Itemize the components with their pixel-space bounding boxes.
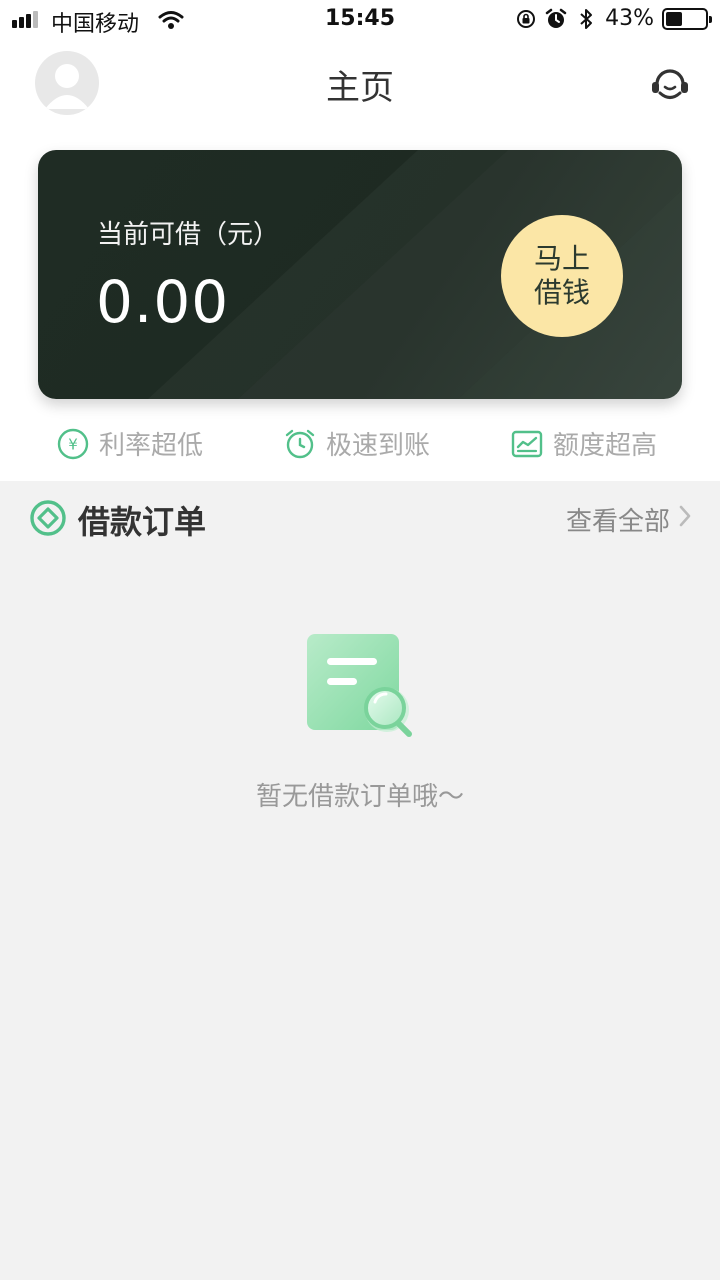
chart-icon <box>511 428 543 460</box>
orders-empty-state: 暂无借款订单哦～ <box>0 630 720 813</box>
feature-fast-arrival: 极速到账 <box>284 425 430 462</box>
orders-header: 借款订单 查看全部 <box>0 481 720 557</box>
alarm-icon <box>545 8 567 30</box>
hero-section: 当前可借（元） 0.00 马上 借钱 ¥ 利率超低 极速到账 额度超高 <box>0 124 720 481</box>
bluetooth-icon <box>575 8 597 30</box>
orders-section-title: 借款订单 <box>78 503 207 541</box>
borrow-button-line1: 马上 <box>533 242 590 275</box>
status-bar: 中国移动 15:45 43% <box>0 0 720 40</box>
features-row: ¥ 利率超低 极速到账 额度超高 <box>0 419 720 469</box>
empty-document-search-icon <box>305 630 415 738</box>
feature-low-rate: ¥ 利率超低 <box>57 425 203 462</box>
customer-service-icon[interactable] <box>648 62 692 106</box>
available-credit-label: 当前可借（元） <box>97 220 280 250</box>
battery-percent: 43% <box>605 6 654 31</box>
view-all-link[interactable]: 查看全部 <box>566 501 692 538</box>
borrow-button-line2: 借钱 <box>533 276 590 309</box>
credit-card-panel: 当前可借（元） 0.00 马上 借钱 <box>38 150 682 399</box>
feature-label: 利率超低 <box>99 431 204 461</box>
orders-diamond-icon <box>29 499 67 537</box>
feature-high-limit: 额度超高 <box>511 425 657 462</box>
feature-label: 极速到账 <box>326 431 431 461</box>
empty-state-message: 暂无借款订单哦～ <box>255 782 464 812</box>
available-credit-amount: 0.00 <box>96 268 230 336</box>
battery-icon <box>662 7 712 30</box>
nav-bar: 主页 <box>0 40 720 124</box>
chevron-right-icon <box>678 504 692 535</box>
rotation-lock-icon <box>515 8 537 30</box>
borrow-now-button[interactable]: 马上 借钱 <box>501 215 623 337</box>
view-all-label: 查看全部 <box>565 507 670 537</box>
page-title: 主页 <box>326 68 394 108</box>
yen-icon: ¥ <box>57 428 89 460</box>
svg-text:¥: ¥ <box>68 435 78 453</box>
clock-icon <box>284 428 316 460</box>
feature-label: 额度超高 <box>553 431 658 461</box>
